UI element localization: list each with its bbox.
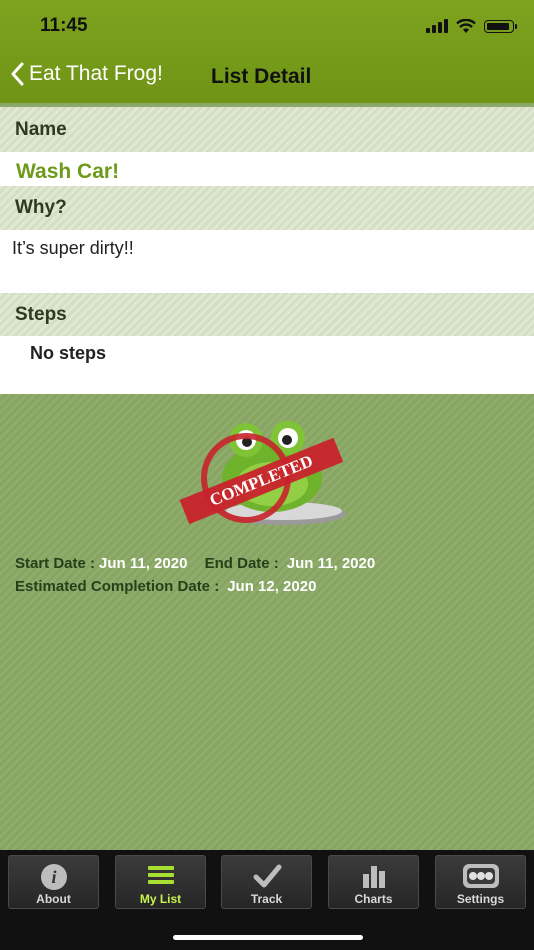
info-icon: i (40, 864, 67, 890)
estimated-date-label: Estimated Completion Date : (15, 578, 220, 595)
home-indicator[interactable] (173, 935, 363, 940)
tab-track[interactable]: Track (221, 855, 312, 909)
date-row: Start Date : Jun 11, 2020 End Date : Jun 1… (15, 555, 375, 572)
battery-icon (484, 19, 517, 33)
status-icons (426, 18, 517, 34)
why-section-header: Why? (0, 186, 534, 230)
tab-my-list[interactable]: My List (115, 855, 206, 909)
page-title: List Detail (211, 65, 312, 88)
task-name-value: Wash Car! (0, 152, 534, 186)
tab-about[interactable]: i About (8, 855, 99, 909)
start-date-label: Start Date : (15, 555, 96, 572)
why-value: It’s super dirty!! (0, 230, 534, 293)
tab-charts-label: Charts (354, 892, 393, 906)
chevron-left-icon (11, 62, 24, 86)
estimated-date-row: Estimated Completion Date : Jun 12, 2020 (15, 578, 316, 595)
tab-about-label: About (36, 892, 71, 906)
tab-track-label: Track (250, 892, 283, 906)
list-icon (147, 866, 174, 884)
tab-charts[interactable]: Charts (328, 855, 419, 909)
steps-section-header: Steps (0, 293, 534, 336)
end-date-label: End Date : (204, 555, 279, 572)
settings-icon (462, 864, 499, 888)
back-button[interactable]: Eat That Frog! (10, 62, 163, 86)
tab-my-list-label: My List (139, 892, 182, 906)
bar-chart-icon (362, 866, 385, 888)
signal-icon (426, 19, 448, 33)
svg-text:i: i (51, 867, 56, 887)
status-time: 11:45 (40, 15, 88, 36)
end-date-value: Jun 11, 2020 (286, 555, 376, 572)
name-section-header: Name (0, 107, 534, 153)
wifi-icon (456, 18, 476, 33)
tab-settings-label: Settings (456, 892, 505, 906)
checkmark-icon (253, 864, 281, 888)
navigation-bar: 11:45 Eat That Frog! List Detail (0, 0, 534, 103)
completed-frog-badge: COMPLETED (179, 421, 346, 525)
start-date-value: Jun 11, 2020 (99, 555, 188, 572)
tab-settings[interactable]: Settings (435, 855, 526, 909)
estimated-date-value: Jun 12, 2020 (227, 578, 317, 595)
back-button-label: Eat That Frog! (29, 62, 163, 85)
tab-bar: i About My List Track Charts Settings (0, 850, 534, 950)
steps-value: No steps (0, 336, 534, 394)
